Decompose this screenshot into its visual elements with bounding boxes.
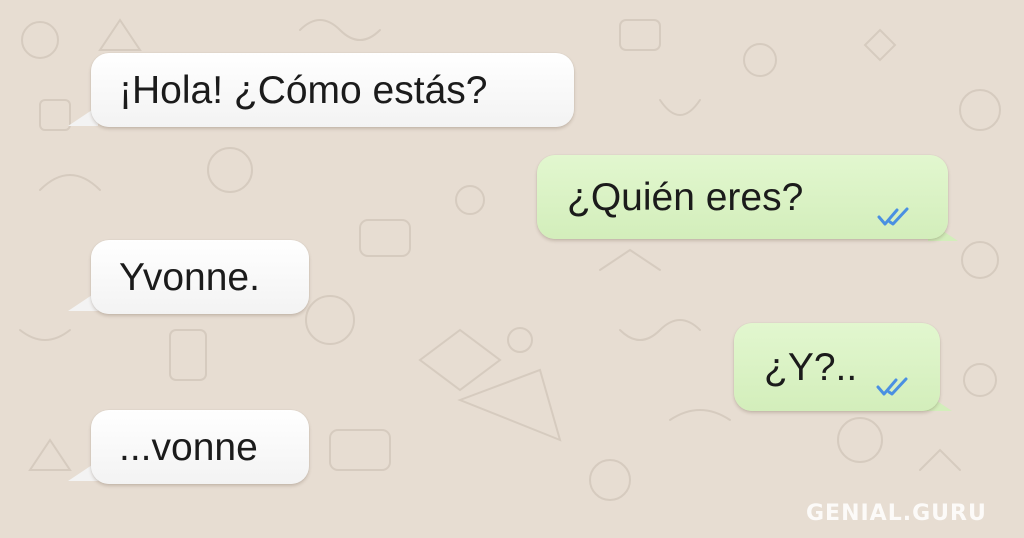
message-bubble-incoming[interactable]: ...vonne <box>91 410 309 484</box>
message-bubble-incoming[interactable]: Yvonne. <box>91 240 309 314</box>
watermark-logo: GENIAL.GURU <box>806 501 987 526</box>
message-text: ¡Hola! ¿Cómo estás? <box>119 68 488 112</box>
message-bubble-incoming[interactable]: ¡Hola! ¿Cómo estás? <box>91 53 574 127</box>
message-text: Yvonne. <box>119 255 260 299</box>
message-text: ¿Quién eres? <box>567 175 804 219</box>
message-bubble-outgoing[interactable]: ¿Y?.. <box>734 323 940 411</box>
message-text: ...vonne <box>119 425 258 469</box>
message-text: ¿Y?.. <box>764 345 858 389</box>
double-check-read-icon <box>876 377 908 396</box>
double-check-read-icon <box>877 207 909 226</box>
message-bubble-outgoing[interactable]: ¿Quién eres? <box>537 155 948 239</box>
